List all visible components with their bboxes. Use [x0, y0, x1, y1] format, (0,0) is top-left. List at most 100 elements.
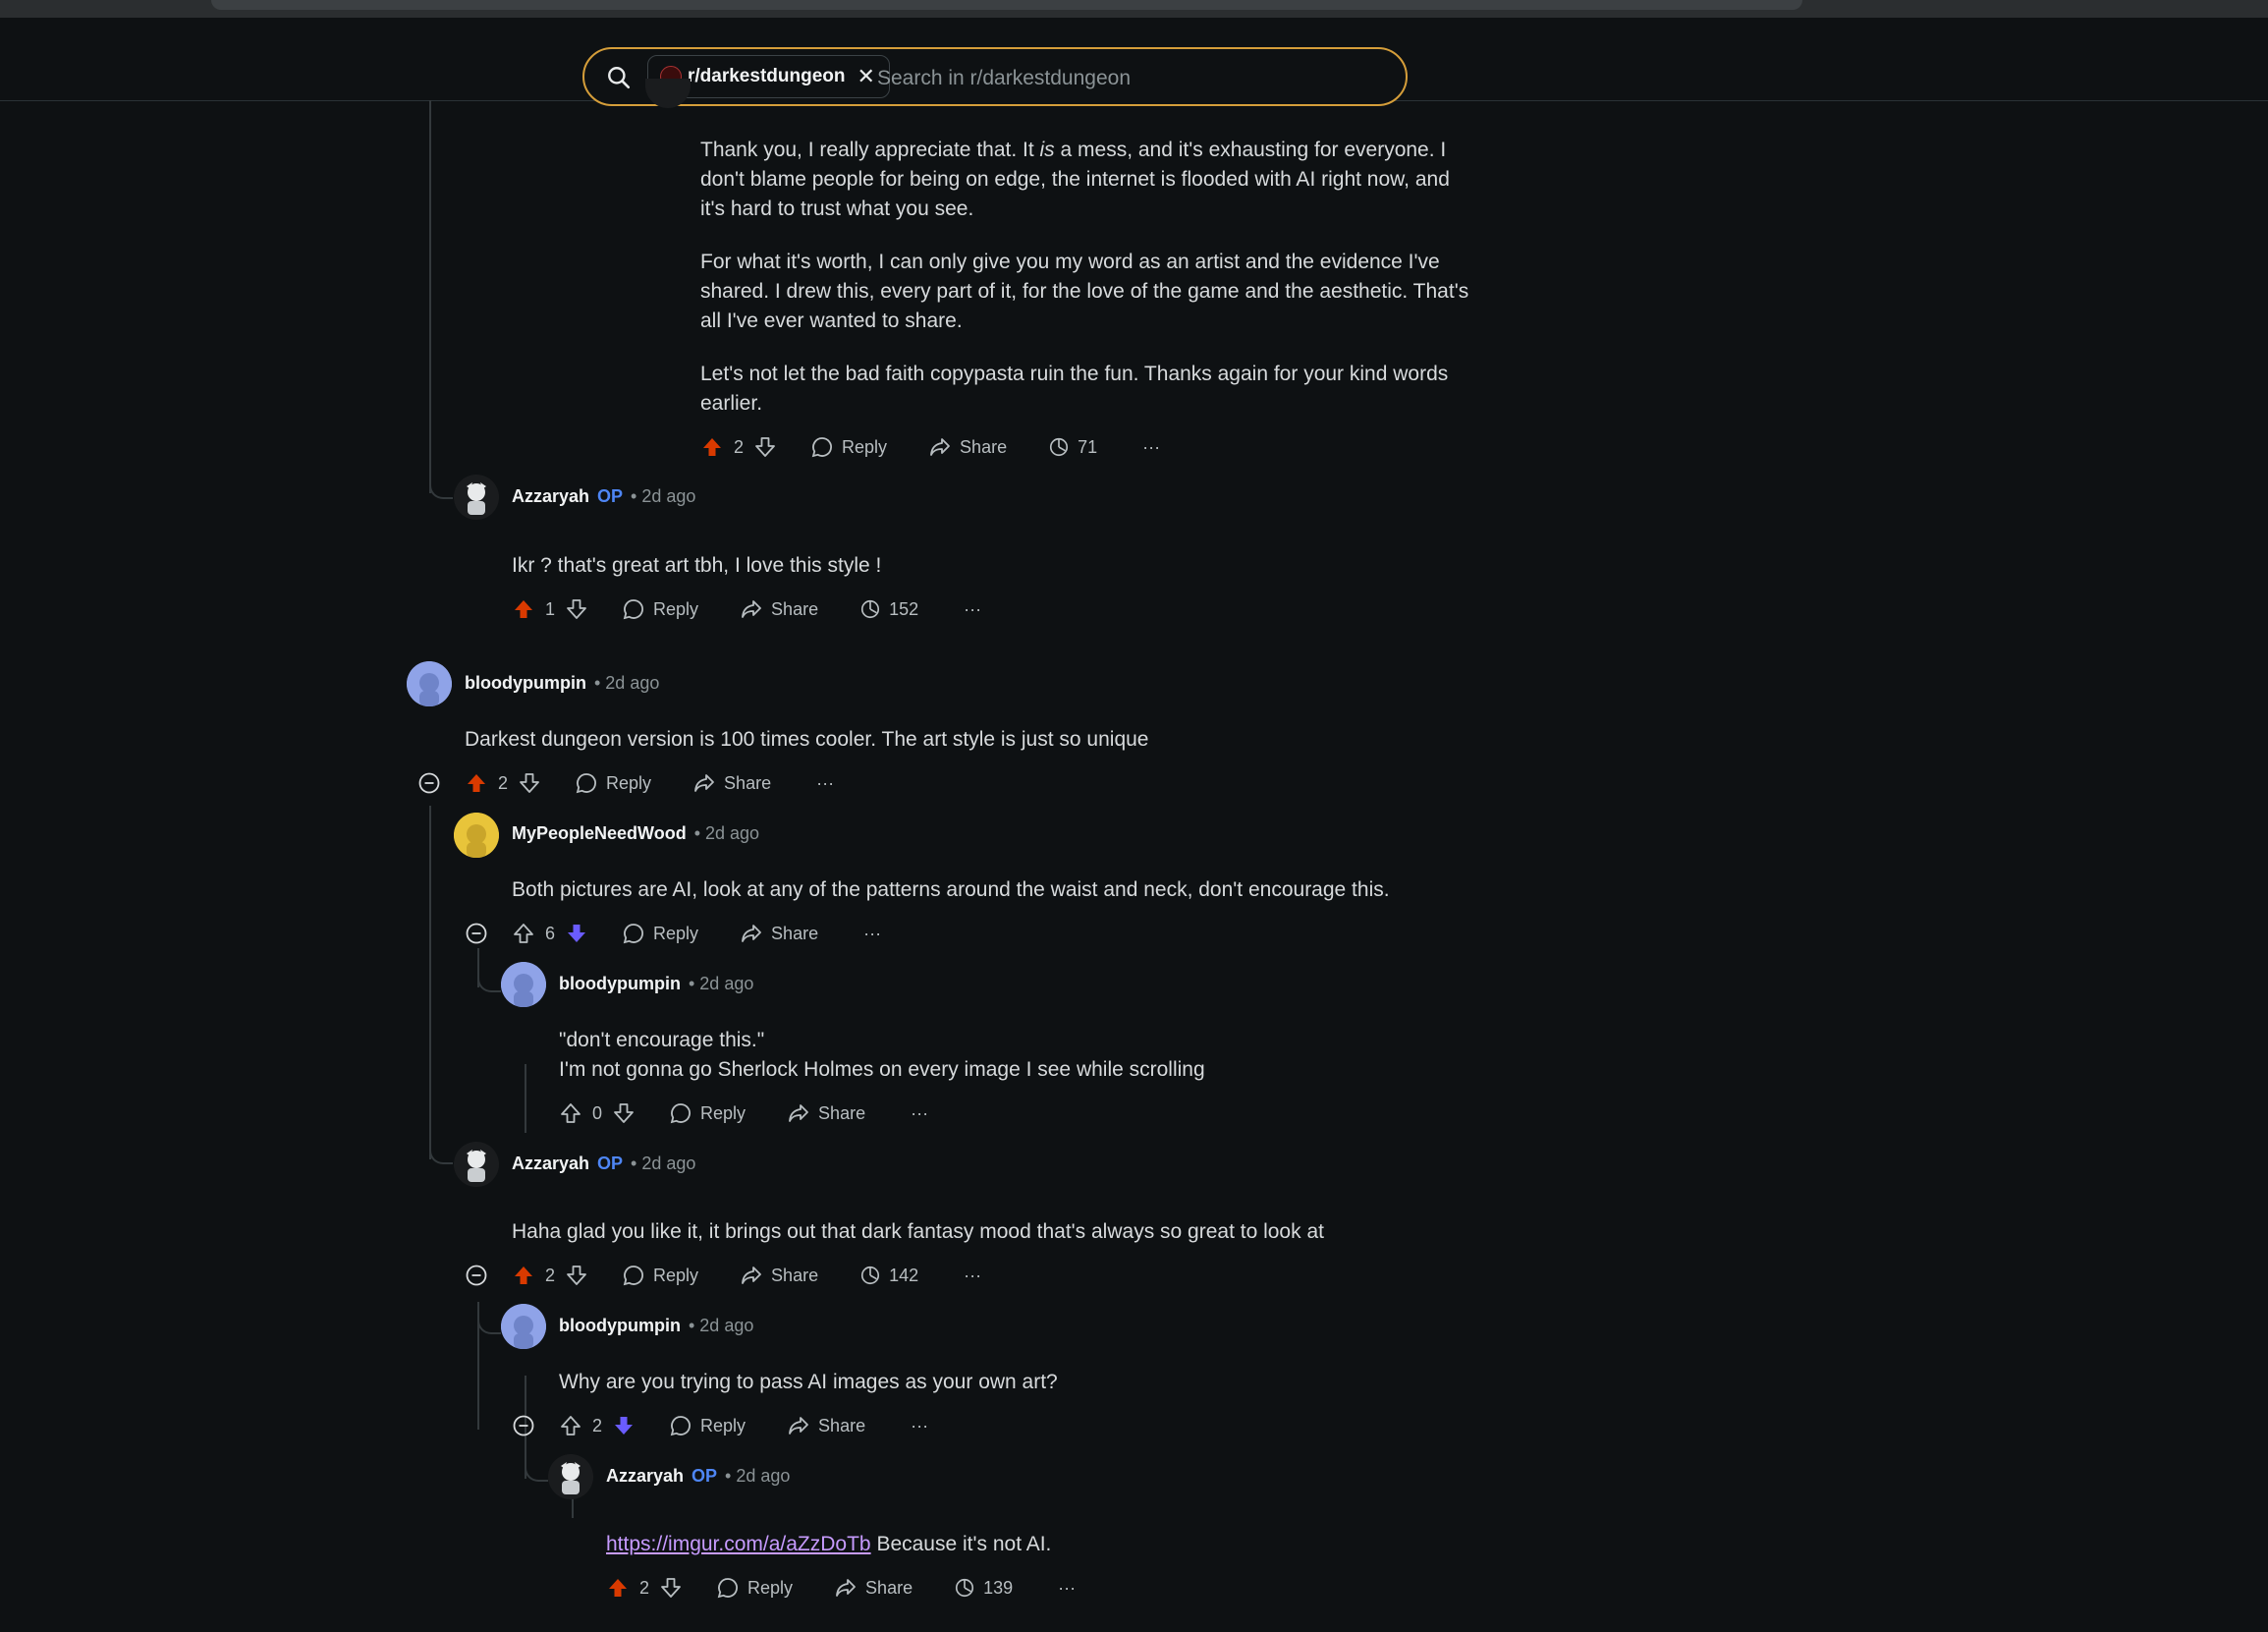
downvote-button[interactable] [565, 922, 588, 945]
close-icon[interactable]: ✕ [857, 64, 874, 89]
username[interactable]: Azzaryah [512, 486, 589, 507]
avatar[interactable] [454, 475, 499, 520]
comment-actions: 2 Reply Share 71 ··· [700, 430, 1160, 464]
share-button[interactable]: Share [928, 435, 1007, 459]
reply-label: Reply [747, 1577, 794, 1598]
reply-button[interactable]: Reply [622, 922, 698, 945]
vote-count: 2 [498, 772, 509, 793]
avatar[interactable] [454, 1142, 499, 1187]
timestamp-text: 2d ago [705, 823, 760, 843]
upvote-button[interactable] [512, 922, 535, 945]
reply-label: Reply [653, 1265, 699, 1285]
reply-button[interactable]: Reply [810, 435, 887, 459]
collapse-thread-icon[interactable] [513, 1415, 534, 1436]
more-options-button[interactable]: ··· [1142, 437, 1160, 458]
more-options-button[interactable]: ··· [863, 924, 881, 944]
share-button[interactable]: Share [740, 1264, 818, 1287]
avatar[interactable] [454, 813, 499, 858]
avatar[interactable] [501, 1304, 546, 1349]
downvote-button[interactable] [753, 435, 777, 459]
timestamp: • 2d ago [693, 823, 760, 843]
upvote-button[interactable] [606, 1576, 630, 1600]
share-button[interactable]: Share [740, 922, 818, 945]
view-count: 152 [889, 598, 919, 619]
upvote-icon [515, 1266, 532, 1284]
comment-actions: 1 Reply Share 152 ··· [512, 592, 981, 626]
share-label: Share [818, 1102, 866, 1123]
avatar[interactable] [548, 1454, 593, 1499]
reply-button[interactable]: Reply [716, 1576, 793, 1600]
more-options-button[interactable]: ··· [1058, 1578, 1076, 1599]
username[interactable]: bloodypumpin [465, 673, 586, 694]
username[interactable]: bloodypumpin [559, 974, 681, 994]
upvote-button[interactable] [512, 597, 535, 621]
comment-text: Because it's not AI. [870, 1533, 1052, 1555]
downvote-button[interactable] [612, 1101, 636, 1125]
share-icon [836, 1579, 856, 1597]
search-box[interactable]: r/darkestdungeon ✕ [582, 47, 1408, 106]
search-input[interactable] [875, 61, 1370, 96]
vote-count: 1 [545, 598, 556, 619]
username[interactable]: Azzaryah [606, 1466, 684, 1487]
reply-button[interactable]: Reply [575, 771, 651, 795]
collapse-thread-icon[interactable] [466, 923, 487, 944]
reply-label: Reply [653, 598, 699, 619]
reply-button[interactable]: Reply [669, 1414, 746, 1437]
share-icon [742, 600, 761, 618]
reply-button[interactable]: Reply [622, 597, 698, 621]
share-button[interactable]: Share [692, 771, 771, 795]
share-button[interactable]: Share [787, 1414, 865, 1437]
insights-button[interactable]: 139 [954, 1577, 1013, 1599]
downvote-button[interactable] [612, 1414, 636, 1437]
upvote-icon [561, 1416, 581, 1435]
upvote-button[interactable] [700, 435, 724, 459]
downvote-icon [755, 437, 775, 457]
thread-elbow [429, 1145, 453, 1164]
collapse-thread-icon[interactable] [466, 1265, 487, 1286]
share-icon [694, 774, 714, 792]
share-icon [789, 1104, 808, 1122]
username[interactable]: Azzaryah [512, 1154, 589, 1174]
comment-body: Darkest dungeon version is 100 times coo… [465, 728, 1149, 751]
timestamp-text: 2d ago [699, 974, 754, 993]
more-options-button[interactable]: ··· [911, 1103, 928, 1124]
downvote-button[interactable] [565, 1264, 588, 1287]
downvote-button[interactable] [518, 771, 541, 795]
timestamp: • 2d ago [631, 486, 696, 506]
share-button[interactable]: Share [834, 1576, 913, 1600]
avatar[interactable] [501, 962, 546, 1007]
comment-icon [623, 924, 643, 944]
upvote-button[interactable] [559, 1414, 582, 1437]
upvote-button[interactable] [465, 771, 488, 795]
share-icon [789, 1417, 808, 1435]
comment-actions: 2 Reply Share 142 ··· [512, 1259, 981, 1292]
reply-button[interactable]: Reply [669, 1101, 746, 1125]
insights-icon [861, 1266, 880, 1285]
imgur-link[interactable]: https://imgur.com/a/aZzDoTb [606, 1533, 871, 1555]
reply-label: Reply [700, 1415, 747, 1435]
comment-icon [670, 1416, 691, 1436]
more-options-button[interactable]: ··· [816, 773, 834, 794]
username[interactable]: bloodypumpin [559, 1316, 681, 1336]
downvote-button[interactable] [565, 597, 588, 621]
comment-meta: MyPeopleNeedWood • 2d ago [512, 823, 759, 844]
more-options-button[interactable]: ··· [964, 1266, 981, 1286]
reply-button[interactable]: Reply [622, 1264, 698, 1287]
comment-body: Ikr ? that's great art tbh, I love this … [512, 554, 882, 577]
collapse-thread-icon[interactable] [418, 772, 440, 794]
share-label: Share [724, 772, 772, 793]
share-button[interactable]: Share [787, 1101, 865, 1125]
insights-button[interactable]: 71 [1048, 436, 1097, 458]
upvote-button[interactable] [559, 1101, 582, 1125]
insights-button[interactable]: 142 [859, 1265, 918, 1286]
username[interactable]: MyPeopleNeedWood [512, 823, 687, 844]
avatar[interactable] [407, 661, 452, 706]
insights-button[interactable]: 152 [859, 598, 918, 620]
more-options-button[interactable]: ··· [964, 599, 981, 620]
downvote-button[interactable] [659, 1576, 683, 1600]
upvote-button[interactable] [512, 1264, 535, 1287]
share-button[interactable]: Share [740, 597, 818, 621]
more-options-button[interactable]: ··· [911, 1416, 928, 1436]
avatar-icon [454, 1142, 499, 1187]
comment-body: Haha glad you like it, it brings out tha… [512, 1220, 1324, 1243]
